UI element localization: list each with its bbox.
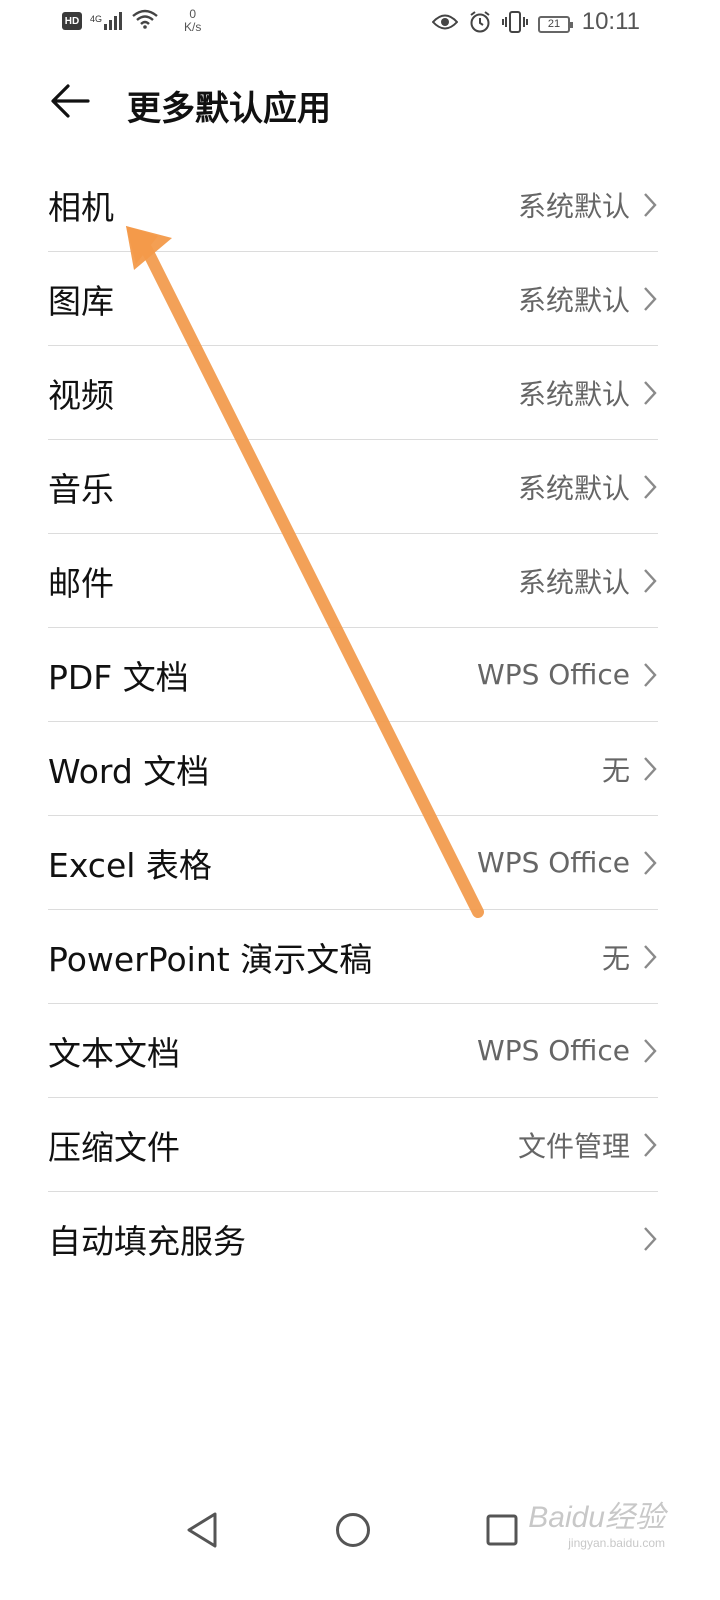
- list-item-label: Excel 表格: [48, 845, 212, 885]
- list-item-value: 系统默认: [517, 283, 630, 317]
- page-title: 更多默认应用: [127, 89, 331, 129]
- list-item-email[interactable]: 邮件 系统默认: [48, 534, 658, 628]
- list-item-music[interactable]: 音乐 系统默认: [48, 440, 658, 534]
- triangle-back-icon: [185, 1511, 219, 1553]
- clock: 10:11: [581, 8, 640, 35]
- list-item-right: 无: [602, 749, 658, 789]
- app-header: 更多默认应用: [0, 62, 720, 148]
- watermark-sub: jingyan.baidu.com: [568, 1536, 665, 1550]
- status-bar-left: HD 4G 0 K/s: [62, 8, 201, 34]
- list-item-value: 文件管理: [517, 1129, 630, 1163]
- list-item-label: 邮件: [48, 563, 114, 603]
- wifi-icon: [132, 9, 158, 33]
- chevron-right-icon: [642, 285, 658, 313]
- list-item-right: 系统默认: [518, 185, 658, 225]
- list-item-autofill[interactable]: 自动填充服务: [48, 1192, 658, 1285]
- chevron-right-icon: [642, 943, 658, 971]
- list-item-powerpoint[interactable]: PowerPoint 演示文稿 无: [48, 910, 658, 1004]
- list-item-label: 图库: [48, 281, 114, 321]
- chevron-right-icon: [642, 473, 658, 501]
- circle-home-icon: [334, 1511, 372, 1553]
- arrow-left-icon: [50, 83, 90, 123]
- square-recents-icon: [485, 1513, 519, 1551]
- list-item-value: 系统默认: [517, 377, 630, 411]
- list-item-value: 无: [601, 941, 630, 975]
- list-item-right: WPS Office: [477, 846, 658, 879]
- chevron-right-icon: [642, 1225, 658, 1253]
- nav-back-button[interactable]: [172, 1502, 232, 1562]
- chevron-right-icon: [642, 379, 658, 407]
- list-item-value: 系统默认: [517, 565, 630, 599]
- list-item-label: PowerPoint 演示文稿: [48, 939, 373, 979]
- network-speed: 0 K/s: [184, 8, 201, 34]
- list-item-right: 系统默认: [518, 467, 658, 507]
- list-item-camera[interactable]: 相机 系统默认: [48, 158, 658, 252]
- list-item-label: PDF 文档: [48, 657, 189, 697]
- list-item-right: WPS Office: [477, 1034, 658, 1067]
- list-item-word[interactable]: Word 文档 无: [48, 722, 658, 816]
- list-item-text[interactable]: 文本文档 WPS Office: [48, 1004, 658, 1098]
- list-item-value: WPS Office: [477, 846, 630, 879]
- status-bar: HD 4G 0 K/s 21 10:11: [0, 0, 720, 50]
- chevron-right-icon: [642, 755, 658, 783]
- chevron-right-icon: [642, 191, 658, 219]
- list-item-right: WPS Office: [477, 658, 658, 691]
- list-item-label: 压缩文件: [48, 1127, 180, 1167]
- list-item-right: 无: [602, 937, 658, 977]
- eye-icon: [431, 13, 459, 35]
- hd-badge: HD: [62, 12, 82, 30]
- default-apps-list: 相机 系统默认 图库 系统默认 视频 系统默认 音乐 系统默认 邮件 系统默认: [48, 158, 658, 1285]
- alarm-icon: [468, 10, 492, 38]
- list-item-right: 系统默认: [518, 373, 658, 413]
- list-item-right: [630, 1225, 658, 1253]
- list-item-label: 自动填充服务: [48, 1221, 246, 1261]
- list-item-value: WPS Office: [477, 1034, 630, 1067]
- list-item-label: 音乐: [48, 469, 114, 509]
- list-item-archive[interactable]: 压缩文件 文件管理: [48, 1098, 658, 1192]
- list-item-video[interactable]: 视频 系统默认: [48, 346, 658, 440]
- speed-unit: K/s: [184, 20, 202, 34]
- nav-home-button[interactable]: [323, 1502, 383, 1562]
- battery-icon: 21: [538, 15, 573, 33]
- chevron-right-icon: [642, 1131, 658, 1159]
- list-item-label: 相机: [48, 187, 114, 227]
- watermark-logo: Baidu经验 jingyan.baidu.com: [528, 1492, 665, 1550]
- chevron-right-icon: [642, 1037, 658, 1065]
- back-button[interactable]: [40, 78, 100, 128]
- list-item-label: Word 文档: [48, 751, 210, 791]
- vibrate-icon: [502, 10, 528, 38]
- list-item-excel[interactable]: Excel 表格 WPS Office: [48, 816, 658, 910]
- list-item-label: 视频: [48, 375, 114, 415]
- list-item-value: 系统默认: [517, 189, 630, 223]
- network-type: 4G: [90, 14, 103, 24]
- chevron-right-icon: [642, 661, 658, 689]
- list-item-label: 文本文档: [48, 1033, 180, 1073]
- list-item-gallery[interactable]: 图库 系统默认: [48, 252, 658, 346]
- list-item-right: 文件管理: [518, 1125, 658, 1165]
- list-item-pdf[interactable]: PDF 文档 WPS Office: [48, 628, 658, 722]
- list-item-value: WPS Office: [477, 658, 630, 691]
- list-item-value: 无: [601, 753, 630, 787]
- nav-recents-button[interactable]: [472, 1502, 532, 1562]
- list-item-right: 系统默认: [518, 561, 658, 601]
- chevron-right-icon: [642, 567, 658, 595]
- status-bar-right: 21: [431, 10, 573, 38]
- list-item-right: 系统默认: [518, 279, 658, 319]
- watermark-main: Baidu经验: [528, 1501, 665, 1534]
- signal-icon: 4G: [90, 12, 124, 30]
- chevron-right-icon: [642, 849, 658, 877]
- list-item-value: 系统默认: [517, 471, 630, 505]
